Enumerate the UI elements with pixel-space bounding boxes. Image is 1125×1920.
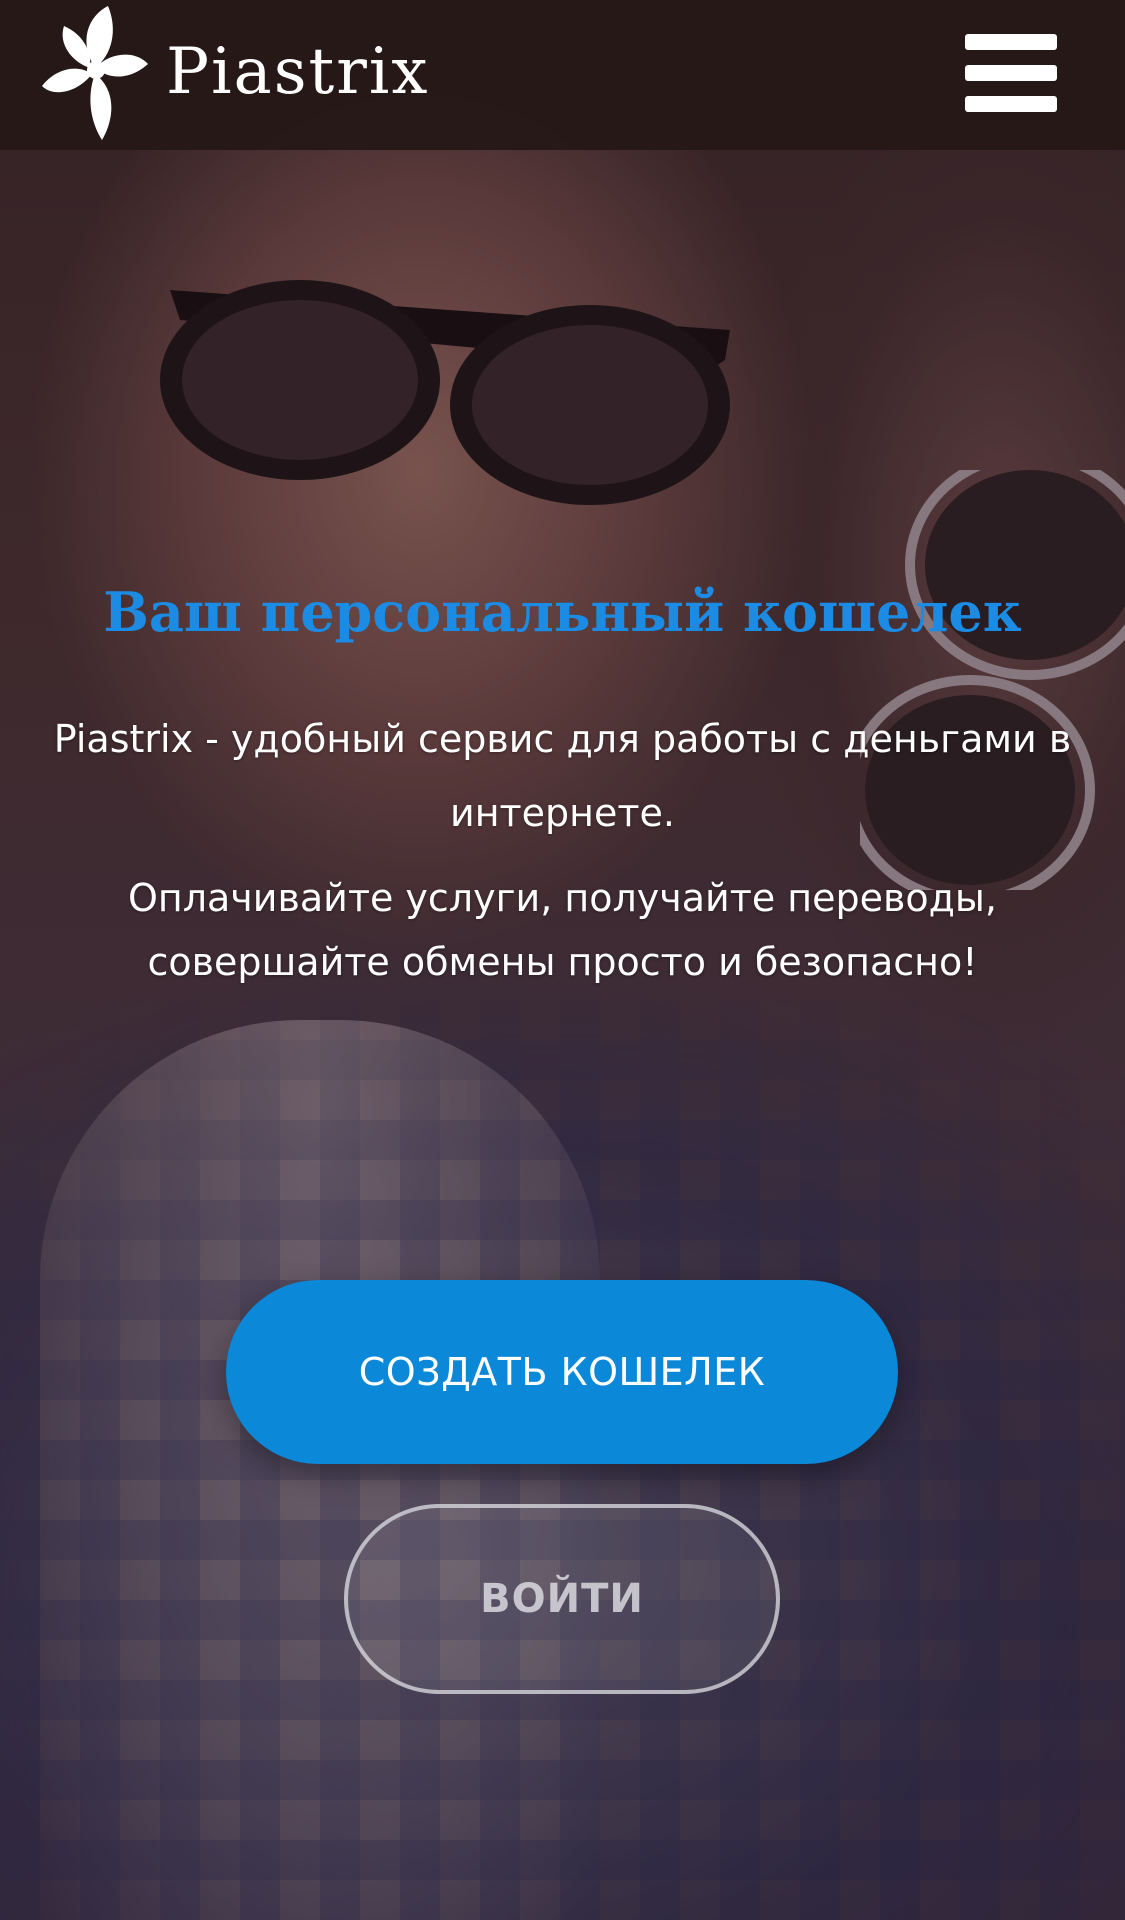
hero-intro-line-2: интернете.	[450, 791, 675, 835]
flower-logo-icon	[42, 6, 148, 140]
hero-body-line-2: совершайте обмены просто и безопасно!	[147, 940, 978, 984]
landing-page: Piastrix Ваш персональный кошелек Piastr…	[0, 0, 1125, 1920]
hamburger-menu-icon-bar-middle	[965, 65, 1057, 81]
hero-intro-text: Piastrix - удобный сервис для работы с д…	[0, 702, 1125, 850]
create-wallet-button[interactable]: СОЗДАТЬ КОШЕЛЕК	[226, 1280, 898, 1464]
hero-body-line-1: Оплачивайте услуги, получайте переводы,	[127, 876, 998, 920]
site-header: Piastrix	[0, 0, 1125, 150]
hero-intro-line-1: Piastrix - удобный сервис для работы с д…	[53, 717, 1072, 761]
logo-text: Piastrix	[166, 35, 430, 109]
hamburger-menu-icon-bar-bottom	[965, 96, 1057, 112]
hero-headline: Ваш персональный кошелек	[103, 580, 1022, 644]
hamburger-menu-icon-bar-top	[965, 34, 1057, 50]
hamburger-menu-button[interactable]	[965, 34, 1057, 112]
logo-link[interactable]: Piastrix	[40, 0, 429, 150]
hero-body-text: Оплачивайте услуги, получайте переводы, …	[0, 866, 1125, 994]
login-button[interactable]: ВОЙТИ	[344, 1504, 780, 1694]
